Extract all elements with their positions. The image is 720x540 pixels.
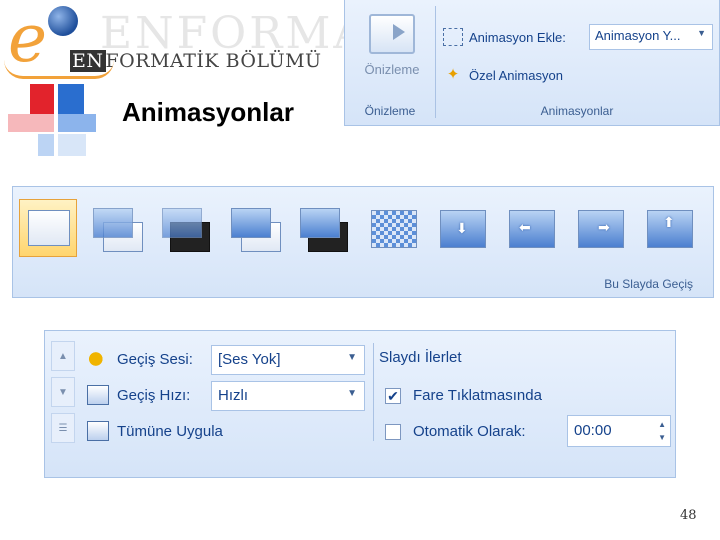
arrow-up-icon: ⬆: [663, 214, 675, 230]
transition-wipe-right[interactable]: ➡: [571, 199, 629, 257]
add-animation-label: Animasyon Ekle:: [469, 29, 566, 45]
slide-front-shape: [93, 208, 133, 238]
auto-advance-checkbox[interactable]: [385, 423, 401, 440]
sound-icon: [87, 349, 109, 369]
slide-front-shape: [231, 208, 271, 238]
speed-row: Geçiş Hızı:: [87, 385, 190, 405]
on-click-checkbox[interactable]: ✔: [385, 387, 401, 404]
spinner-arrows-icon[interactable]: ▲ ▼: [658, 418, 666, 444]
sound-row: Geçiş Sesi:: [87, 349, 193, 369]
transition-wipe-up[interactable]: ⬆: [640, 199, 698, 257]
logo: ENFORMA e EN FORMATİK BÖLÜMÜ: [0, 0, 365, 160]
sound-dropdown[interactable]: [Ses Yok] ▼: [211, 345, 365, 375]
dissolve-icon: [371, 210, 417, 248]
speed-icon: [87, 385, 109, 405]
logo-square-red: [30, 84, 54, 114]
custom-animation-button[interactable]: ✦ Özel Animasyon: [443, 62, 563, 88]
custom-animation-icon: ✦: [446, 66, 460, 83]
preview-icon: [369, 14, 415, 54]
preview-button-label: Önizleme: [364, 62, 420, 77]
transition-dissolve[interactable]: [364, 199, 422, 257]
speed-label: Geçiş Hızı:: [117, 386, 191, 404]
transition-wipe-down[interactable]: ⬇: [433, 199, 491, 257]
auto-advance-time-spinner[interactable]: 00:00 ▲ ▼: [567, 415, 671, 447]
transition-fade-smoothly[interactable]: [88, 199, 146, 257]
gallery-scroll-controls: ▲ ▼ ☰: [51, 341, 75, 449]
logo-square-pink: [8, 114, 54, 132]
sound-label: Geçiş Sesi:: [117, 350, 193, 368]
page-title: Animasyonlar: [122, 97, 294, 127]
auto-advance-option[interactable]: Otomatik Olarak:: [385, 423, 526, 440]
group-label-animations: Animasyonlar: [540, 104, 614, 118]
transition-none-icon: [28, 210, 70, 246]
apply-all-label: Tümüne Uygula: [117, 422, 223, 440]
arrow-right-icon: ➡: [598, 219, 610, 235]
slide-shape: [509, 210, 555, 248]
speed-value: Hızlı: [218, 387, 248, 404]
add-animation-value: Animasyon Y...: [595, 28, 681, 43]
chevron-down-icon: ▼: [697, 28, 706, 38]
transition-gallery-ribbon: ⬇ ⬅ ➡ ⬆ Bu Slayda Geçiş: [12, 186, 714, 298]
transition-settings-ribbon: ▲ ▼ ☰ Geçiş Sesi: [Ses Yok] ▼ Geçiş Hızı…: [44, 330, 676, 478]
advance-heading: Slaydı İlerlet: [379, 349, 462, 366]
add-animation-dropdown[interactable]: Animasyon Y... ▼: [589, 24, 713, 50]
scroll-up-button[interactable]: ▲: [51, 341, 75, 371]
logo-square-paleblue-2: [58, 134, 86, 156]
transition-cut[interactable]: [226, 199, 284, 257]
transition-wipe-left[interactable]: ⬅: [502, 199, 560, 257]
apply-all-button[interactable]: Tümüne Uygula: [87, 421, 223, 441]
transition-cut-through-black[interactable]: [295, 199, 353, 257]
logo-sub-rest: FORMATİK BÖLÜMÜ: [105, 50, 322, 72]
logo-square-paleblue: [38, 134, 54, 156]
on-click-option[interactable]: ✔ Fare Tıklatmasında: [385, 387, 542, 404]
apply-all-icon: [87, 421, 109, 441]
custom-animation-label: Özel Animasyon: [469, 67, 563, 83]
auto-advance-time: 00:00: [574, 422, 612, 439]
on-click-label: Fare Tıklatmasında: [413, 387, 542, 404]
arrow-down-icon: ⬇: [456, 220, 468, 236]
add-animation-icon: [443, 28, 463, 46]
slide-front-shape: [300, 208, 340, 238]
logo-sub-prefix: EN: [70, 50, 106, 72]
transition-none[interactable]: [19, 199, 77, 257]
transition-gallery: ⬇ ⬅ ➡ ⬆: [19, 199, 698, 257]
group-divider: [435, 6, 436, 118]
transition-fade-through-black[interactable]: [157, 199, 215, 257]
page-number: 48: [680, 508, 697, 523]
auto-advance-label: Otomatik Olarak:: [413, 423, 526, 440]
animations-ribbon: Önizleme Animasyon Ekle: Animasyon Y... …: [344, 0, 720, 126]
logo-department-text: EN FORMATİK BÖLÜMÜ: [70, 50, 322, 72]
preview-button[interactable]: Önizleme: [353, 8, 431, 96]
more-button[interactable]: ☰: [51, 413, 75, 443]
globe-icon: [48, 6, 78, 36]
logo-square-lightblue: [58, 114, 96, 132]
arrow-left-icon: ⬅: [519, 219, 531, 235]
scroll-down-button[interactable]: ▼: [51, 377, 75, 407]
sound-value: [Ses Yok]: [218, 351, 281, 368]
group-label-transitions: Bu Slayda Geçiş: [604, 277, 693, 291]
speed-dropdown[interactable]: Hızlı ▼: [211, 381, 365, 411]
group-divider: [373, 343, 374, 441]
logo-square-blue: [58, 84, 84, 114]
add-animation-row: Animasyon Ekle:: [443, 24, 566, 50]
group-label-preview: Önizleme: [364, 104, 416, 118]
slide-front-shape: [162, 208, 202, 238]
chevron-down-icon: ▼: [347, 352, 357, 363]
chevron-down-icon: ▼: [347, 388, 357, 399]
